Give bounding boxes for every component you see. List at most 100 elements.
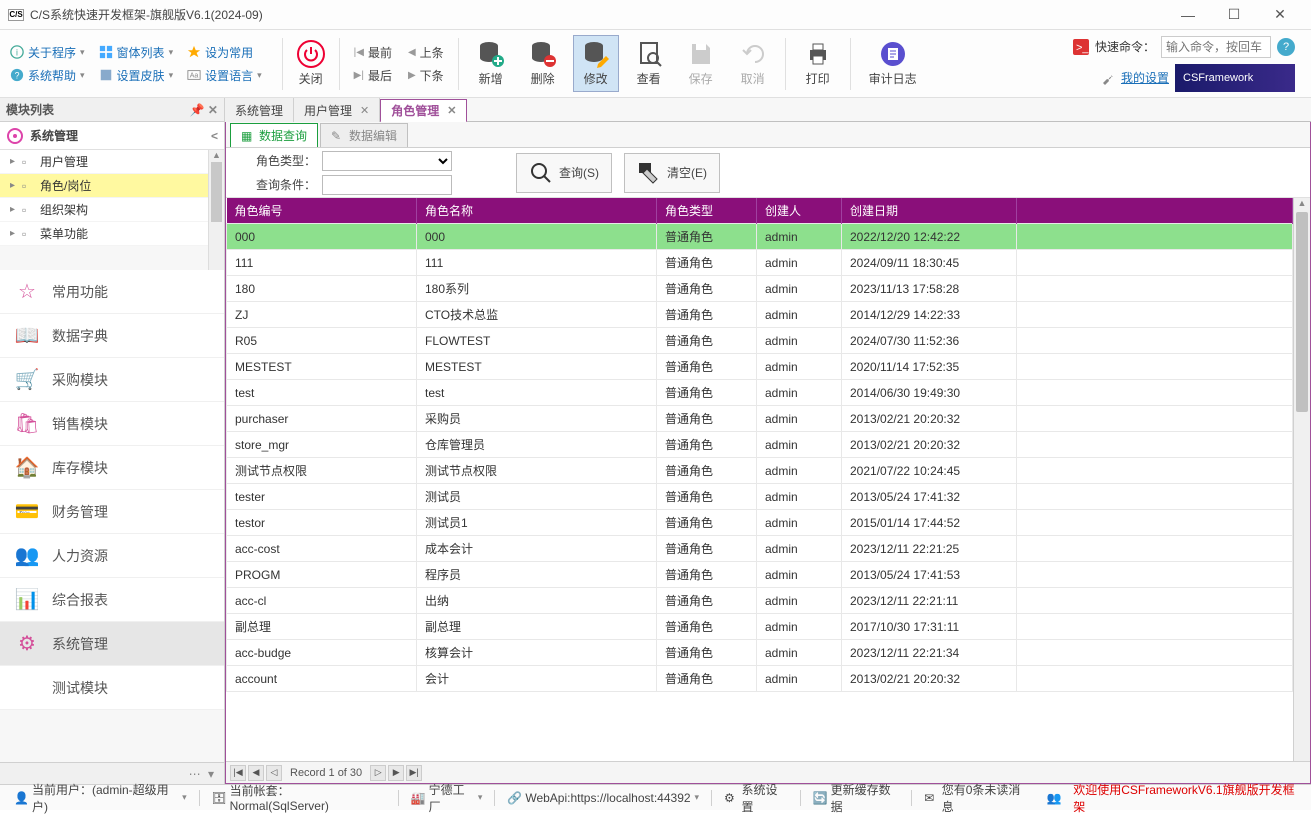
module-item[interactable]: 🏠库存模块 [0, 446, 224, 490]
record-navigator[interactable]: |◀◀◁ Record 1 of 30 ▷▶▶| [226, 761, 1310, 783]
table-row[interactable]: store_mgr仓库管理员普通角色admin2013/02/21 20:20:… [227, 432, 1293, 458]
type-select[interactable] [322, 151, 452, 171]
grid-scrollbar[interactable]: ▲ [1293, 198, 1310, 761]
table-row[interactable]: PROGM程序员普通角色admin2013/05/24 17:41:53 [227, 562, 1293, 588]
table-row[interactable]: purchaser采购员普通角色admin2013/02/21 20:20:32 [227, 406, 1293, 432]
module-item[interactable]: 💳财务管理 [0, 490, 224, 534]
table-row[interactable]: acc-cl出纳普通角色admin2023/12/11 22:21:11 [227, 588, 1293, 614]
table-row[interactable]: 180180系列普通角色admin2023/11/13 17:58:28 [227, 276, 1293, 302]
status-user[interactable]: 👤当前用户：(admin-超级用户)▾ [8, 781, 193, 815]
cond-input[interactable] [322, 175, 452, 195]
maximize-button[interactable]: ☐ [1211, 0, 1257, 30]
sidebar-section[interactable]: 系统管理 < [0, 122, 224, 150]
table-row[interactable]: acc-budge核算会计普通角色admin2023/12/11 22:21:3… [227, 640, 1293, 666]
cancel-button[interactable]: 取消 [731, 36, 775, 91]
table-row[interactable]: tester测试员普通角色admin2013/05/24 17:41:32 [227, 484, 1293, 510]
column-header[interactable]: 角色类型 [657, 198, 757, 224]
app-icon: C/S [8, 9, 24, 21]
brand-badge: CSFramework [1175, 64, 1295, 92]
module-icon: 💳 [14, 499, 40, 525]
tree-node[interactable]: ▸▫组织架构 [0, 198, 224, 222]
save-button[interactable]: 保存 [679, 36, 723, 91]
close-icon[interactable]: ✕ [447, 104, 456, 117]
minimize-button[interactable]: — [1165, 0, 1211, 30]
delete-button[interactable]: 删除 [521, 36, 565, 91]
help-link[interactable]: ?系统帮助▾ [10, 67, 85, 84]
tree-node[interactable]: ▸▫角色/岗位 [0, 174, 224, 198]
lang-link[interactable]: Aa设置语言▾ [187, 67, 262, 84]
status-sys[interactable]: ⚙系统设置 [718, 781, 794, 815]
tree-node[interactable]: ▸▫用户管理 [0, 150, 224, 174]
edit-button[interactable]: 修改 [573, 35, 619, 92]
tab[interactable]: 角色管理✕ [380, 99, 467, 123]
pin-icon[interactable]: 📌 ✕ [190, 103, 218, 117]
forms-link[interactable]: 窗体列表▾ [99, 44, 174, 61]
settings-link[interactable]: 我的设置 [1121, 69, 1169, 86]
table-row[interactable]: MESTESTMESTEST普通角色admin2020/11/14 17:52:… [227, 354, 1293, 380]
nav-first[interactable]: |◀最前 [354, 44, 392, 61]
module-item[interactable]: 👥人力资源 [0, 534, 224, 578]
table-row[interactable]: ZJCTO技术总监普通角色admin2014/12/29 14:22:33 [227, 302, 1293, 328]
save-icon [687, 40, 715, 68]
table-row[interactable]: account会计普通角色admin2013/02/21 20:20:32 [227, 666, 1293, 692]
view-icon [635, 40, 663, 68]
svg-text:i: i [16, 48, 18, 58]
column-header[interactable]: 创建人 [757, 198, 842, 224]
nav-last[interactable]: ▶|最后 [354, 67, 392, 84]
nav-next[interactable]: ▶下条 [408, 67, 444, 84]
close-icon[interactable]: ✕ [360, 104, 369, 117]
cmd-input[interactable] [1161, 36, 1271, 58]
module-item[interactable]: 📊综合报表 [0, 578, 224, 622]
mail-icon: ✉ [924, 791, 937, 805]
table-row[interactable]: testor测试员1普通角色admin2015/01/14 17:44:52 [227, 510, 1293, 536]
module-item[interactable]: 🛍销售模块 [0, 402, 224, 446]
column-header[interactable]: 角色编号 [227, 198, 417, 224]
module-item[interactable]: 📖数据字典 [0, 314, 224, 358]
tree-node[interactable]: ▸▫菜单功能 [0, 222, 224, 246]
status-account[interactable]: 🗄当前帐套： Normal(SqlServer) [206, 782, 392, 813]
add-button[interactable]: 新增 [469, 36, 513, 91]
subtab[interactable]: ▦数据查询 [230, 123, 318, 147]
module-item[interactable]: ☆常用功能 [0, 270, 224, 314]
close-button[interactable]: ✕ [1257, 0, 1303, 30]
subtab[interactable]: ✎数据编辑 [320, 123, 408, 147]
tab[interactable]: 系统管理 [225, 98, 294, 122]
search-button[interactable]: 查询(S) [516, 153, 612, 193]
about-link[interactable]: i关于程序▾ [10, 44, 85, 61]
status-factory[interactable]: 🏭宁德工厂▾ [405, 781, 489, 815]
table-row[interactable]: 000000普通角色admin2022/12/20 12:42:22 [227, 224, 1293, 250]
status-webapi[interactable]: 🔗WebApi:https://localhost:44392▾ [501, 791, 705, 805]
status-msg[interactable]: ✉您有0条未读消息 [918, 781, 1035, 815]
status-cache[interactable]: 🔄更新缓存数据 [807, 781, 906, 815]
fav-link[interactable]: 设为常用 [187, 44, 262, 61]
user-icon: 👤 [14, 791, 28, 805]
tab[interactable]: 用户管理✕ [294, 98, 380, 122]
help-icon[interactable]: ? [1277, 38, 1295, 56]
tree-scrollbar[interactable]: ▲ [208, 150, 224, 270]
close-all-button[interactable]: 关闭 [297, 40, 325, 87]
table-row[interactable]: 111111普通角色admin2024/09/11 18:30:45 [227, 250, 1293, 276]
undo-icon [739, 40, 767, 68]
column-header[interactable]: 角色名称 [417, 198, 657, 224]
module-item[interactable]: 测试模块 [0, 666, 224, 710]
table-row[interactable]: testtest普通角色admin2014/06/30 19:49:30 [227, 380, 1293, 406]
audit-button[interactable]: 审计日志 [861, 36, 925, 91]
data-grid[interactable]: 角色编号角色名称角色类型创建人创建日期 000000普通角色admin2022/… [226, 198, 1293, 692]
table-row[interactable]: R05FLOWTEST普通角色admin2024/07/30 11:52:36 [227, 328, 1293, 354]
column-header[interactable]: 创建日期 [842, 198, 1017, 224]
view-button[interactable]: 查看 [627, 36, 671, 91]
module-item[interactable]: 🛒采购模块 [0, 358, 224, 402]
refresh-icon: 🔄 [813, 791, 827, 805]
nav-prev[interactable]: ◀上条 [408, 44, 444, 61]
clear-button[interactable]: 清空(E) [624, 153, 720, 193]
module-item[interactable]: ⚙系统管理 [0, 622, 224, 666]
print-button[interactable]: 打印 [796, 36, 840, 91]
module-icon: 🏠 [14, 455, 40, 481]
skin-link[interactable]: 设置皮肤▾ [99, 67, 174, 84]
table-row[interactable]: 副总理副总理普通角色admin2017/10/30 17:31:11 [227, 614, 1293, 640]
table-row[interactable]: acc-cost成本会计普通角色admin2023/12/11 22:21:25 [227, 536, 1293, 562]
skin-icon [99, 68, 113, 82]
gear-icon [6, 127, 24, 145]
print-icon [804, 40, 832, 68]
table-row[interactable]: 测试节点权限测试节点权限普通角色admin2021/07/22 10:24:45 [227, 458, 1293, 484]
